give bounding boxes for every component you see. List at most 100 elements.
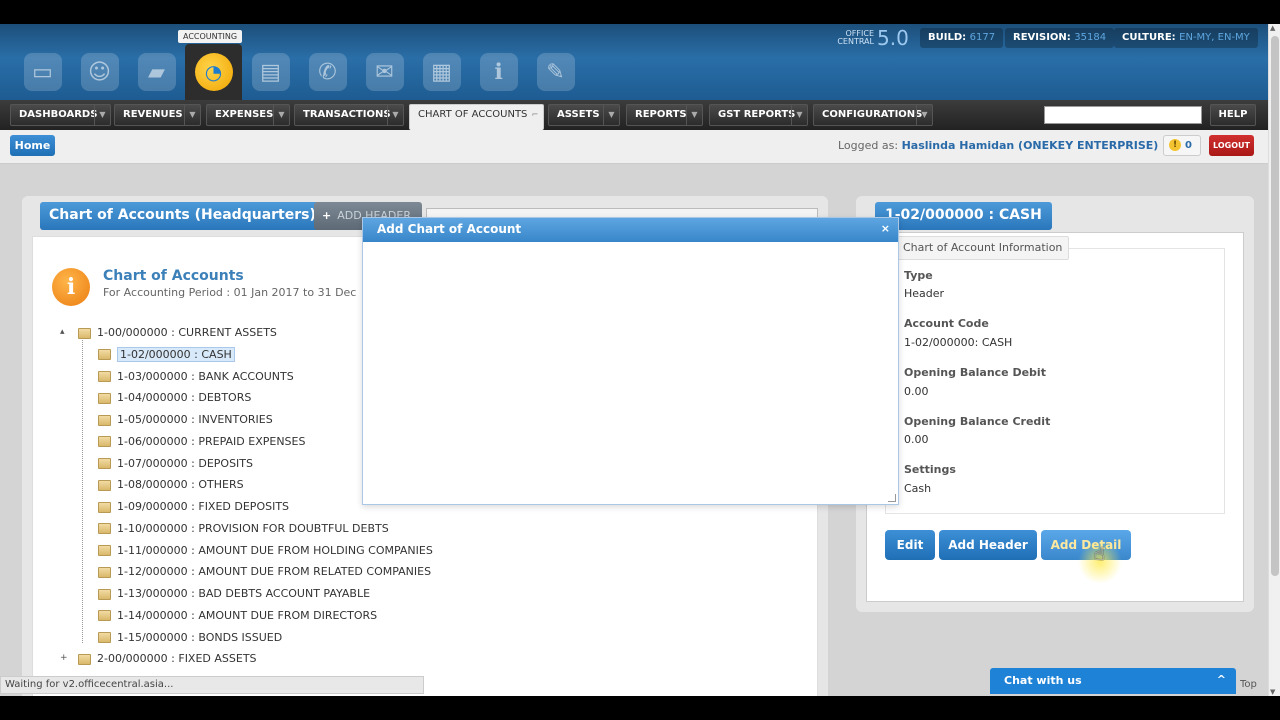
module-edit-document[interactable]: ✎ <box>527 44 584 100</box>
pie-chart-icon: ◔ <box>194 53 233 91</box>
field-label-opening-credit: Opening Balance Credit <box>904 415 1051 428</box>
nav-transactions[interactable]: TRANSACTIONS ▼ <box>294 104 404 126</box>
nav-configurations[interactable]: CONFIGURATIONS ▼ <box>813 104 933 126</box>
box-icon: ▰ <box>137 53 176 91</box>
folder-icon <box>98 458 111 469</box>
field-label-settings: Settings <box>904 463 956 476</box>
tree-header-node[interactable]: 2-00/000000 : FIXED ASSETS <box>78 650 257 668</box>
edit-document-icon: ✎ <box>536 53 575 91</box>
revision-value: 35184 <box>1074 32 1107 43</box>
search-input[interactable] <box>1044 106 1202 124</box>
tree-leaf-node[interactable]: 1-14/000000 : AMOUNT DUE FROM DIRECTORS <box>98 607 377 625</box>
warning-icon: ! <box>1169 139 1181 151</box>
module-user[interactable]: ☺ <box>71 44 128 100</box>
chevron-down-icon[interactable]: ▼ <box>184 105 200 125</box>
folder-icon <box>98 545 111 556</box>
tree-leaf-node[interactable]: 1-07/000000 : DEPOSITS <box>98 455 253 473</box>
home-button[interactable]: Home <box>10 135 55 156</box>
folder-icon <box>78 327 91 339</box>
nav-label: CHART OF ACCOUNTS <box>418 109 528 120</box>
chevron-down-icon[interactable]: ▼ <box>791 105 807 125</box>
chevron-down-icon[interactable]: ▼ <box>603 105 619 125</box>
logout-button[interactable]: LOGOUT <box>1209 135 1254 156</box>
scroll-thumb[interactable] <box>1271 36 1279 576</box>
tree-leaf-node[interactable]: 1-15/000000 : BONDS ISSUED <box>98 629 282 647</box>
tree-leaf-node[interactable]: 1-09/000000 : FIXED DEPOSITS <box>98 498 289 516</box>
tree-leaf-node[interactable]: 1-13/000000 : BAD DEBTS ACCOUNT PAYABLE <box>98 585 370 603</box>
module-chat-bubbles[interactable]: ✉ <box>356 44 413 100</box>
module-info[interactable]: ℹ <box>470 44 527 100</box>
browser-viewport: ACCOUNTING ▭ ☺ ▰ ◔ ▤ ✆ ✉ ▦ ℹ ✎ OFFICE CENTRAL 5.0… <box>0 24 1280 696</box>
collapse-icon[interactable]: ▴ <box>60 327 65 337</box>
tree-connector <box>82 338 83 643</box>
resize-grip-icon[interactable] <box>888 494 896 502</box>
dialog-title: Add Chart of Account <box>377 222 522 236</box>
chevron-down-icon[interactable]: ▼ <box>916 105 932 125</box>
document-icon: ▤ <box>251 53 290 91</box>
info-icon: ℹ <box>479 53 518 91</box>
monitor-icon: ▭ <box>23 53 62 91</box>
page-scrollbar[interactable]: ▲ ▼ <box>1268 24 1280 696</box>
tree-node-label: 1-03/000000 : BANK ACCOUNTS <box>117 369 294 383</box>
tree-node-label: 1-15/000000 : BONDS ISSUED <box>117 630 283 644</box>
chat-bubbles-icon: ✉ <box>365 53 404 91</box>
help-button[interactable]: HELP <box>1210 104 1256 126</box>
user-name[interactable]: Haslinda Hamidan (ONEKEY ENTERPRISE) <box>902 139 1159 152</box>
nav-reports[interactable]: REPORTS ▼ <box>626 104 703 126</box>
culture-info: CULTURE: EN-MY, EN-MY <box>1114 28 1258 48</box>
nav-label: GST REPORTS <box>718 109 796 120</box>
tree-leaf-node[interactable]: 1-03/000000 : BANK ACCOUNTS <box>98 368 294 386</box>
tree-header-node[interactable]: 1-00/000000 : CURRENT ASSETS <box>78 324 277 342</box>
tree-node-label: 1-09/000000 : FIXED DEPOSITS <box>117 500 290 513</box>
culture-label: CULTURE: <box>1122 32 1176 43</box>
chevron-down-icon[interactable]: ▼ <box>94 105 110 125</box>
notifications-button[interactable]: ! 0 <box>1163 135 1201 156</box>
field-value-settings: Cash <box>904 482 932 495</box>
chevron-down-icon[interactable]: ▼ <box>273 105 289 125</box>
chevron-up-icon[interactable]: ^ <box>1217 673 1226 686</box>
chevron-down-icon[interactable]: ▼ <box>387 105 403 125</box>
expand-icon[interactable]: + <box>60 653 68 663</box>
tree-leaf-node[interactable]: 1-02/000000 : CASH <box>98 346 235 364</box>
nav-label: ASSETS <box>557 109 600 120</box>
dialog-titlebar[interactable]: Add Chart of Account × <box>363 218 898 242</box>
chat-widget[interactable]: Chat with us ^ <box>990 668 1236 694</box>
nav-assets[interactable]: ASSETS ▼ <box>548 104 620 126</box>
module-folders[interactable]: ▦ <box>413 44 470 100</box>
chevron-down-icon[interactable]: ⌐ <box>527 105 543 125</box>
edit-button[interactable]: Edit <box>885 530 935 560</box>
tree-node-label: 1-13/000000 : BAD DEBTS ACCOUNT PAYABLE <box>117 587 371 600</box>
folder-icon <box>98 371 111 382</box>
nav-gst-reports[interactable]: GST REPORTS ▼ <box>709 104 808 126</box>
tree-leaf-node[interactable]: 1-04/000000 : DEBTORS <box>98 389 251 407</box>
tree-node-label: 1-11/000000 : AMOUNT DUE FROM HOLDING CO… <box>117 543 433 557</box>
tree-leaf-node[interactable]: 1-08/000000 : OTHERS <box>98 476 244 494</box>
chevron-down-icon[interactable]: ▼ <box>686 105 702 125</box>
module-box[interactable]: ▰ <box>128 44 185 100</box>
video-letterbox-bottom <box>0 696 1280 720</box>
nav-chart-of-accounts[interactable]: CHART OF ACCOUNTS ⌐ <box>409 104 544 130</box>
tree-leaf-node[interactable]: 1-05/000000 : INVENTORIES <box>98 411 273 429</box>
nav-dashboards[interactable]: DASHBOARDS ▼ <box>10 104 111 126</box>
module-phone[interactable]: ✆ <box>299 44 356 100</box>
nav-label: DASHBOARDS <box>19 109 98 120</box>
panel-title[interactable]: Chart of Accounts (Headquarters) <box>40 202 325 230</box>
close-icon[interactable]: × <box>881 222 890 235</box>
tree-leaf-node[interactable]: 1-11/000000 : AMOUNT DUE FROM HOLDING CO… <box>98 542 433 560</box>
back-to-top-link[interactable]: Top <box>1240 679 1257 690</box>
add-header-button[interactable]: Add Header <box>939 530 1037 560</box>
folder-icon <box>98 588 111 600</box>
scroll-down-icon[interactable]: ▼ <box>1270 688 1275 696</box>
module-document[interactable]: ▤ <box>242 44 299 100</box>
field-value-opening-credit: 0.00 <box>904 433 929 446</box>
folder-icon <box>98 501 111 513</box>
module-pie-chart[interactable]: ◔ <box>185 44 242 100</box>
nav-revenues[interactable]: REVENUES ▼ <box>114 104 201 126</box>
scroll-up-icon[interactable]: ▲ <box>1270 24 1275 32</box>
folder-icon <box>98 414 111 426</box>
tree-leaf-node[interactable]: 1-12/000000 : AMOUNT DUE FROM RELATED CO… <box>98 563 431 581</box>
tree-leaf-node[interactable]: 1-10/000000 : PROVISION FOR DOUBTFUL DEB… <box>98 520 389 538</box>
module-monitor[interactable]: ▭ <box>14 44 71 100</box>
nav-expenses[interactable]: EXPENSES ▼ <box>206 104 290 126</box>
tree-leaf-node[interactable]: 1-06/000000 : PREPAID EXPENSES <box>98 433 305 451</box>
